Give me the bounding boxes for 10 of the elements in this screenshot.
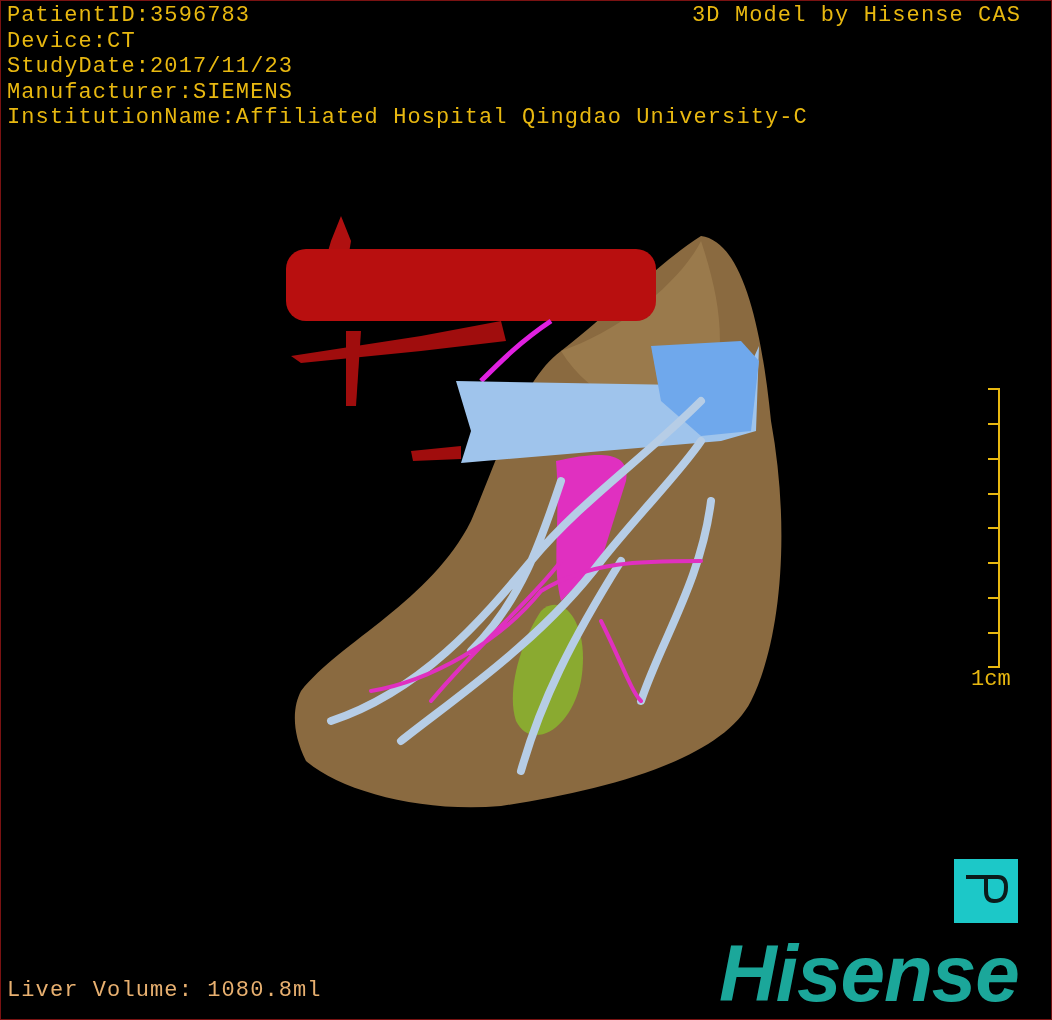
info-line: StudyDate:2017/11/23: [7, 54, 294, 80]
brand-logo: Hisense: [719, 929, 1019, 1019]
logo-mark-icon: [954, 859, 1018, 923]
info-line: PatientID:3596783: [7, 3, 251, 29]
model-credit: 3D Model by Hisense CAS: [692, 3, 1021, 29]
info-line: Manufacturer:SIEMENS: [7, 79, 294, 105]
liver-volume: Liver Volume: 1080.8ml: [7, 978, 322, 1004]
info-line: InstitutionName:Affiliated Hospital Qingdao University-C: [7, 105, 808, 131]
info-line: Device:CT: [7, 28, 136, 54]
scale-label: 1cm: [971, 667, 1011, 693]
